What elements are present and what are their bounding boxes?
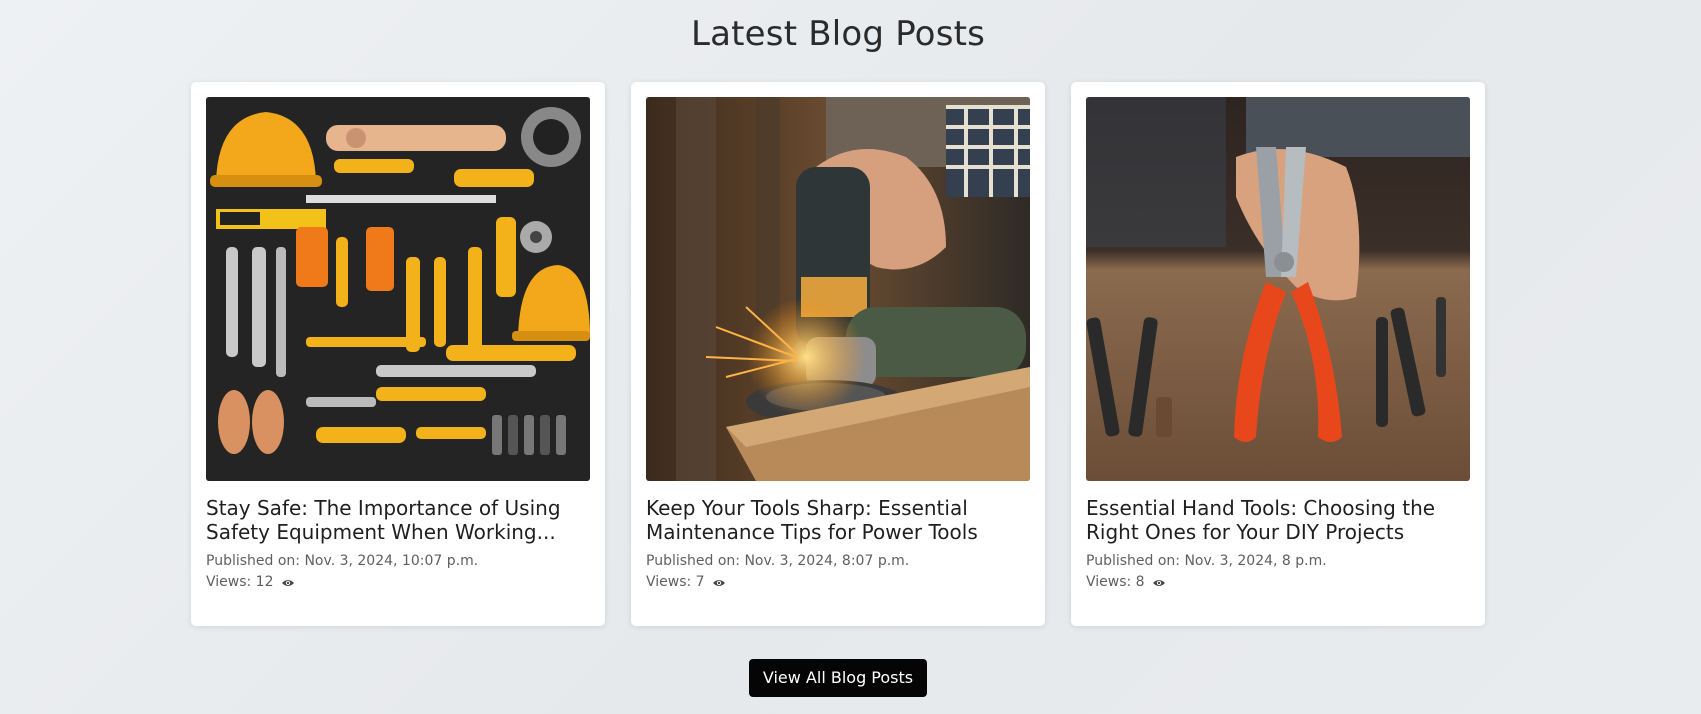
- eye-icon: [713, 580, 726, 586]
- eye-icon: [1153, 580, 1166, 586]
- pliers-image: [1086, 97, 1470, 481]
- angle-grinder-image: [646, 97, 1030, 481]
- section-title: Latest Blog Posts: [690, 14, 986, 54]
- blog-card-image[interactable]: [206, 97, 590, 481]
- blog-card-title[interactable]: Stay Safe: The Importance of Using Safet…: [206, 496, 596, 544]
- blog-card-views: Views: 8: [1086, 574, 1166, 590]
- views-count: Views: 12: [206, 574, 274, 590]
- tools-flatlay-image: [206, 97, 590, 481]
- view-all-blog-posts-button[interactable]: View All Blog Posts: [749, 659, 927, 697]
- blog-card[interactable]: Stay Safe: The Importance of Using Safet…: [191, 82, 605, 626]
- views-count: Views: 7: [646, 574, 705, 590]
- blog-card[interactable]: Essential Hand Tools: Choosing the Right…: [1071, 82, 1485, 626]
- blog-card-views: Views: 12: [206, 574, 295, 590]
- eye-icon: [281, 580, 294, 586]
- blog-card-date: Published on: Nov. 3, 2024, 10:07 p.m.: [206, 553, 479, 569]
- blog-card-date: Published on: Nov. 3, 2024, 8:07 p.m.: [646, 553, 910, 569]
- blog-card[interactable]: Keep Your Tools Sharp: Essential Mainten…: [631, 82, 1045, 626]
- blog-card-title[interactable]: Keep Your Tools Sharp: Essential Mainten…: [646, 496, 1036, 544]
- blog-card-title[interactable]: Essential Hand Tools: Choosing the Right…: [1086, 496, 1476, 544]
- views-count: Views: 8: [1086, 574, 1145, 590]
- blog-card-image[interactable]: [646, 97, 1030, 481]
- blog-card-views: Views: 7: [646, 574, 726, 590]
- blog-card-date: Published on: Nov. 3, 2024, 8 p.m.: [1086, 553, 1327, 569]
- blog-card-image[interactable]: [1086, 97, 1470, 481]
